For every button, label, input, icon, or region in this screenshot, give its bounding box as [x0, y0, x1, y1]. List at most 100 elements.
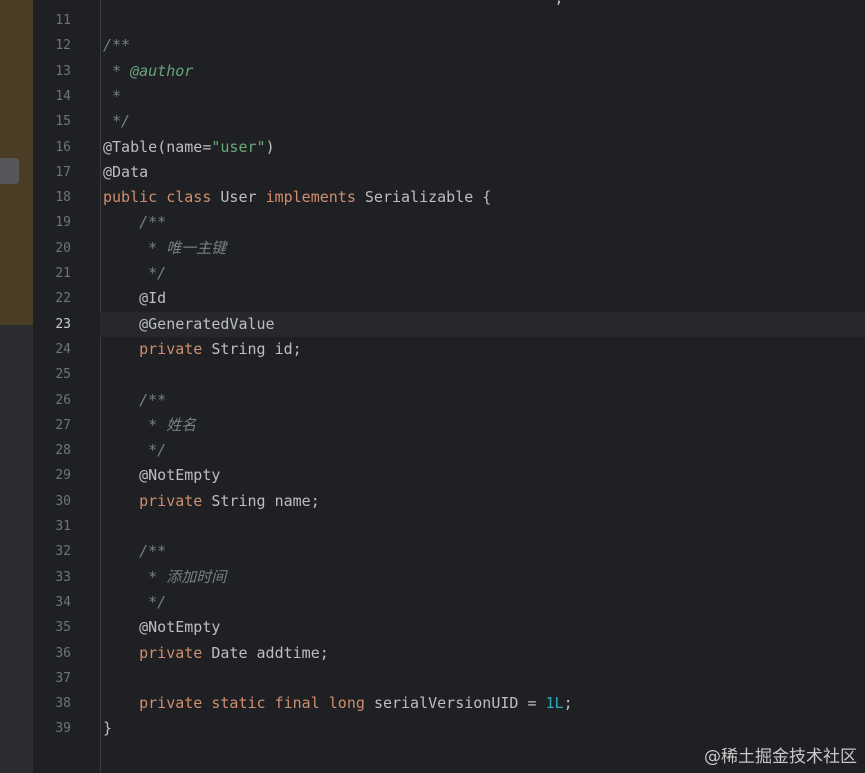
- code-token: static: [211, 694, 275, 713]
- tool-window-tab[interactable]: [0, 158, 19, 184]
- code-line[interactable]: 11: [33, 8, 865, 33]
- code-token: ): [265, 137, 275, 156]
- code-text: @Data: [103, 160, 148, 185]
- code-line[interactable]: 12 /**: [33, 33, 865, 58]
- code-text: /**: [103, 210, 166, 235]
- code-token: }: [103, 719, 113, 738]
- code-token: class: [166, 188, 221, 207]
- code-token: @NotEmpty: [103, 618, 221, 637]
- code-text: }: [103, 716, 112, 741]
- tool-window-strip: [0, 0, 33, 773]
- code-token: private: [103, 694, 212, 713]
- code-line[interactable]: 38 private static final long serialVersi…: [33, 691, 865, 716]
- line-number: 19: [55, 215, 71, 231]
- code-line[interactable]: 33 * 添加时间: [33, 565, 865, 590]
- code-line[interactable]: 22 @Id: [33, 286, 865, 311]
- code-line[interactable]: 18 public class User implements Serializa…: [33, 185, 865, 210]
- code-token: /**: [103, 390, 167, 409]
- line-number: 35: [55, 620, 71, 636]
- code-line[interactable]: 30 private String name;: [33, 489, 865, 514]
- code-line[interactable]: 35 @NotEmpty: [33, 615, 865, 640]
- code-text: /**: [103, 388, 166, 413]
- code-token: /**: [103, 36, 131, 55]
- code-token: String name;: [211, 491, 320, 510]
- line-number: 30: [55, 493, 71, 509]
- code-token: */: [103, 441, 167, 460]
- code-text: */: [103, 590, 166, 615]
- line-number: 25: [55, 367, 71, 383]
- code-line[interactable]: 34 */: [33, 590, 865, 615]
- code-line[interactable]: 16 @Table(name="user"): [33, 135, 865, 160]
- code-token: *: [103, 86, 122, 105]
- code-line[interactable]: 32 /**: [33, 539, 865, 564]
- code-line[interactable]: 14 *: [33, 84, 865, 109]
- code-line[interactable]: 17 @Data: [33, 160, 865, 185]
- line-number: 23: [55, 316, 71, 332]
- code-line[interactable]: 31: [33, 514, 865, 539]
- line-number: 38: [55, 696, 71, 712]
- code-line[interactable]: 25: [33, 362, 865, 387]
- code-line[interactable]: 20 * 唯一主键: [33, 236, 865, 261]
- code-text: */: [103, 438, 166, 463]
- code-line[interactable]: 15 */: [33, 109, 865, 134]
- code-token: /**: [103, 213, 167, 232]
- code-text: *: [103, 84, 121, 109]
- line-number: 32: [55, 544, 71, 560]
- code-text: @GeneratedValue: [103, 312, 275, 337]
- code-token: private: [103, 643, 212, 662]
- line-number: 36: [55, 645, 71, 661]
- line-number: 16: [55, 139, 71, 155]
- code-line[interactable]: 23 @GeneratedValue: [33, 312, 865, 337]
- code-text: private static final long serialVersionU…: [103, 691, 573, 716]
- code-token: ;: [563, 694, 573, 713]
- code-token: @GeneratedValue: [103, 314, 275, 333]
- code-line[interactable]: 24 private String id;: [33, 337, 865, 362]
- code-text: private String id;: [103, 337, 302, 362]
- code-token: "user": [211, 137, 266, 156]
- code-token: private: [103, 339, 212, 358]
- line-number: 28: [55, 443, 71, 459]
- line-number: 33: [55, 569, 71, 585]
- code-token: public: [103, 188, 167, 207]
- code-token: */: [103, 112, 131, 131]
- line-number: 15: [55, 114, 71, 130]
- code-line[interactable]: 28 */: [33, 438, 865, 463]
- code-token: @NotEmpty: [103, 466, 221, 485]
- code-token: @Id: [103, 289, 167, 308]
- code-line[interactable]: 19 /**: [33, 210, 865, 235]
- code-line[interactable]: 21 */: [33, 261, 865, 286]
- code-line[interactable]: 13 * @author: [33, 59, 865, 84]
- code-line[interactable]: 27 * 姓名: [33, 413, 865, 438]
- code-token: @Data: [103, 162, 149, 181]
- code-line[interactable]: 37: [33, 666, 865, 691]
- line-number: 22: [55, 291, 71, 307]
- code-token: @Table: [103, 137, 158, 156]
- watermark: @稀土掘金技术社区: [704, 747, 857, 767]
- line-number: 39: [55, 721, 71, 737]
- line-number: 24: [55, 341, 71, 357]
- line-number: 29: [55, 468, 71, 484]
- code-token: */: [103, 592, 167, 611]
- code-text: @Id: [103, 286, 166, 311]
- code-token: Serializable {: [364, 188, 492, 207]
- code-token: 1L: [545, 694, 564, 713]
- code-token: private: [103, 491, 212, 510]
- code-text: */: [103, 109, 130, 134]
- code-token: final: [274, 694, 329, 713]
- code-token: * 添加时间: [103, 567, 227, 586]
- code-text: public class User implements Serializabl…: [103, 185, 491, 210]
- code-token: String id;: [211, 339, 302, 358]
- line-number: 21: [55, 266, 71, 281]
- code-line[interactable]: 26 /**: [33, 388, 865, 413]
- code-line[interactable]: 36 private Date addtime;: [33, 641, 865, 666]
- code-token: (name=: [157, 137, 212, 156]
- code-text: @NotEmpty: [103, 615, 220, 640]
- code-line[interactable]: 39}: [33, 716, 865, 741]
- code-text: @Table(name="user"): [103, 135, 275, 160]
- line-number: 31: [55, 519, 71, 534]
- code-line[interactable]: 29 @NotEmpty: [33, 463, 865, 488]
- code-text: * 姓名: [103, 413, 196, 438]
- line-number: 17: [55, 164, 71, 180]
- code-text: */: [103, 261, 166, 286]
- code-text: * 添加时间: [103, 565, 226, 590]
